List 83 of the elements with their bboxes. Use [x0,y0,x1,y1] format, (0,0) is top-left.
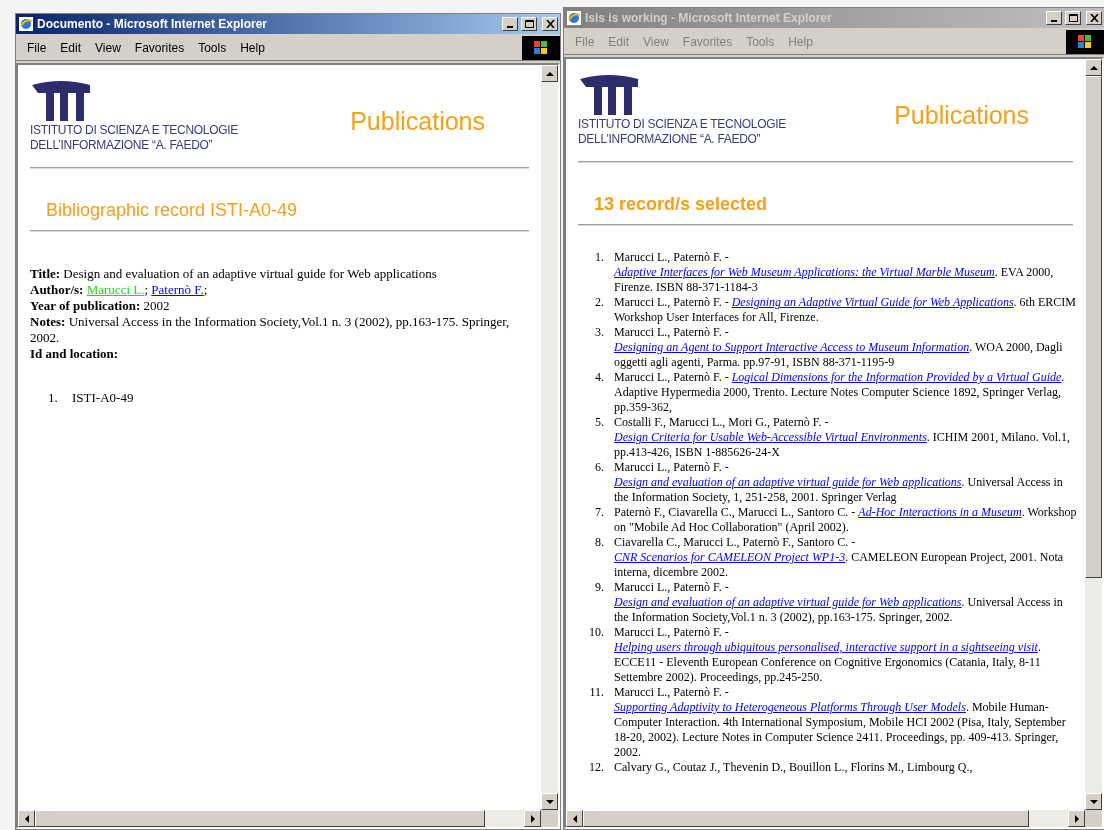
menu-item[interactable]: Help [233,38,272,57]
record-field: Title: Design and evaluation of an adaptive virtual guide for Web applications [30,266,529,282]
publication-entry: Marucci L., Paternò F. - Design and evaluation of an adaptive virtual guide for Web applications. Universal Access in the Information Society, 1, 251-258, 2001. Springer Verlag [614,460,1064,505]
record-field: Notes: Universal Access in the Information Society,Vol.1 n. 3 (2002), pp.163-175. Springer, 2002. [30,314,529,346]
list-number: 6. [594,460,605,476]
publication-entry: Marucci L., Paternò F. - Supporting Adaptivity to Heterogeneous Platforms Through User Models. Mobile Human-Computer Interaction. 4th International Symposium, Mobile HCI 2002 (Pisa, Italy, September 18-20, 2002). Lecture Notes in Computer Science 2411. Proceedings, pp. 409-413. Springer, 2002. [614,685,1067,760]
window-title: Isis is working - Microsoft Internet Explorer [585,10,833,27]
publication-link[interactable]: Designing an Adaptive Virtual Guide for Web Applications [731,295,1014,309]
section-heading: Bibliographic record ISTI-A0-49 [45,199,299,222]
publication-entry: Costalli F., Marucci L., Mori G., Paternò F. - Design Criteria for Usable Web-Accessible Virtual Environments. ICHIM 2001, Milano. Vol.1, pp.413-426, ISBN 1-885626-24-X [614,415,1072,460]
list-number: 1. [48,390,59,406]
vertical-scrollbar[interactable] [1085,59,1102,810]
close-icon [545,20,555,28]
list-number: 2. [594,295,605,311]
maximize-button[interactable] [521,17,537,31]
publication-link[interactable]: Helping users through ubiquitous personalised, interactive support in a sightseeing visit [614,640,1038,654]
publication-link[interactable]: Design and evaluation of an adaptive virtual guide for Web applications [614,595,962,609]
close-button[interactable] [1086,11,1102,25]
publication-entry: Calvary G., Coutaz J., Thevenin D., Bouillon L., Florins M., Limbourg Q., [614,760,974,775]
list-number: 5. [594,415,605,431]
list-number: 12. [588,760,605,775]
arch-logo-icon [32,81,90,123]
list-number: 9. [594,580,605,596]
list-number: 4. [594,370,605,386]
menu-item[interactable]: Edit [53,38,89,57]
menu-item[interactable]: Tools [191,38,234,57]
browser-icon [566,10,582,26]
scroll-up-button[interactable] [541,65,558,82]
close-button[interactable] [542,17,558,31]
institute-name: DELL’INFORMAZIONE “A. FAEDO” [578,132,762,147]
publication-entry: Marucci L., Paternò F. - Designing an Adaptive Virtual Guide for Web Applications. 6th ERCIM Workshop User Interfaces for All, Firenze. [614,295,1077,325]
scroll-down-button[interactable] [1085,793,1102,810]
window-title: Documento - Microsoft Internet Explorer [37,16,269,33]
vertical-scrollbar[interactable] [541,65,558,810]
record-field: Author/s: Marucci L.; Paternò F.; [30,282,529,298]
publication-entry: Marucci L., Paternò F. - Design and evaluation of an adaptive virtual guide for Web applications. Universal Access in the Information Society,Vol.1 n. 3 (2002), pp.163-175. Springer, 2002. [614,580,1064,625]
scrollbar-thumb[interactable] [1085,76,1102,578]
scroll-left-button[interactable] [566,810,583,827]
menu-item[interactable]: View [88,38,128,57]
publication-link[interactable]: Design Criteria for Usable Web-Accessible Virtual Environments [614,430,927,444]
maximize-icon [524,20,534,28]
list-number: 7. [594,505,605,521]
publication-entry: Marucci L., Paternò F. - Logical Dimensions for the Information Provided by a Virtual Guide. Adaptive Hypermedia 2000, Trento. Lecture Notes Computer Science 1892, Springer Verlag, pp.359-362, [614,370,1066,415]
location-id: ISTI-A0-49 [72,390,134,406]
page-title: Publications [350,106,485,137]
publication-link[interactable]: Adaptive Interfaces for Web Museum Applications: the Virtual Marble Museum [614,265,995,279]
scroll-up-button[interactable] [1085,59,1102,76]
publication-link[interactable]: Supporting Adaptivity to Heterogeneous Platforms Through User Models [614,700,966,714]
record-field: Id and location: [30,346,529,362]
publication-link[interactable]: Ad-Hoc Interactions in a Museum [858,505,1022,519]
scroll-right-button[interactable] [1068,810,1085,827]
maximize-button[interactable] [1065,11,1081,25]
menu-item[interactable]: File [20,38,54,57]
minimize-button[interactable] [1046,11,1062,25]
windows-flag-icon [1078,34,1092,49]
list-number: 11. [588,685,605,701]
minimize-button[interactable] [502,17,518,31]
list-number: 10. [588,625,605,641]
scroll-left-button[interactable] [18,810,35,827]
publication-link[interactable]: Design and evaluation of an adaptive virtual guide for Web applications [614,475,962,489]
publication-entry: Paternò F., Ciavarella C., Marucci L., Santoro C. - Ad-Hoc Interactions in a Museum. Workshop on "Mobile Ad Hoc Collaboration" (April 2002). [614,505,1078,535]
scroll-right-button[interactable] [524,810,541,827]
close-icon [1089,14,1099,22]
publication-entry: Marucci L., Paternò F. - Adaptive Interfaces for Web Museum Applications: the Virtual Marble Museum. EVA 2000, Firenze. ISBN 88-371-1184-3 [614,250,1055,295]
publication-entry: Ciavarella C., Marucci L., Paternò F., Santoro C. - CNR Scenarios for CAMELEON Project WP1-3. CAMELEON European Project, 2001. Nota interna, dicembre 2002. [614,535,1065,580]
list-number: 3. [594,325,605,341]
institute-name: ISTITUTO DI SCIENZA E TECNOLOGIE [30,123,238,138]
record-field: Year of publication: 2002 [30,298,529,314]
arch-logo-icon [580,75,638,117]
section-heading: 13 record/s selected [593,193,769,216]
publication-entry: Marucci L., Paternò F. - Helping users through ubiquitous personalised, interactive support in a sightseeing visit. ECCE11 - Eleventh European Conference on Cognitive Ergonomics (Catania, Italy, 8-11 Settembre 2002). Proceedings, pp.245-250. [614,625,1042,685]
publication-entry: Marucci L., Paternò F. - Designing an Agent to Support Interactive Access to Museum Information. WOA 2000, Dagli oggetti agli agenti, Parma. pp.97-91, ISBN 88-371-1195-9 [614,325,1064,370]
list-number: 1. [594,250,605,266]
scroll-down-button[interactable] [541,793,558,810]
page-title: Publications [894,100,1029,131]
author-link[interactable]: Paternò F. [151,282,204,297]
institute-name: ISTITUTO DI SCIENZA E TECNOLOGIE [578,117,786,132]
browser-icon [18,16,34,32]
menu-item[interactable]: Favorites [127,38,192,57]
maximize-icon [1068,14,1078,22]
institute-name: DELL’INFORMAZIONE “A. FAEDO” [30,138,214,153]
list-number: 8. [594,535,605,551]
windows-flag-icon [534,40,548,55]
